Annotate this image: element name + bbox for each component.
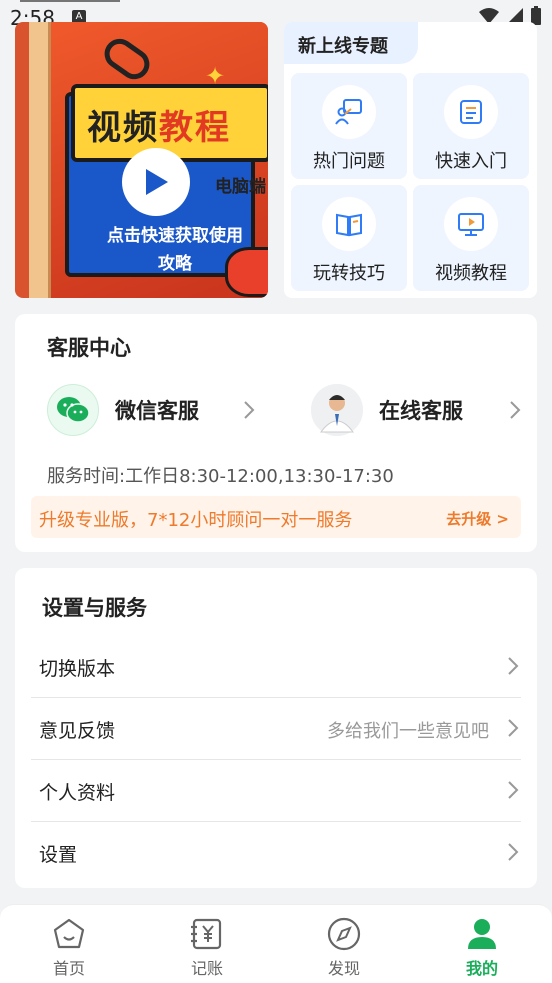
new-topics-panel: 新上线专题 热门问题 快速入门 玩转技巧 视频教程 bbox=[284, 22, 537, 298]
tab-label: 首页 bbox=[52, 959, 85, 978]
topic-quick-start[interactable]: 快速入门 bbox=[413, 73, 529, 179]
presenter-icon bbox=[322, 85, 376, 139]
status-clipped-text bbox=[20, 0, 120, 2]
row-label: 切换版本 bbox=[39, 658, 116, 680]
settings-row-switch-version[interactable]: 切换版本 bbox=[31, 636, 521, 698]
open-book-icon bbox=[322, 197, 376, 251]
tab-ledger[interactable]: 记账 bbox=[167, 915, 247, 979]
settings-title: 设置与服务 bbox=[42, 596, 147, 620]
play-button[interactable] bbox=[122, 148, 190, 216]
banner-title: 视频教程 bbox=[87, 100, 231, 149]
row-label: 意见反馈 bbox=[39, 720, 116, 742]
video-screen-icon bbox=[444, 197, 498, 251]
wechat-icon bbox=[47, 384, 99, 436]
chevron-right-icon bbox=[508, 719, 519, 737]
banner-title-part2: 教程 bbox=[159, 108, 231, 148]
upgrade-button[interactable]: 去升级 > bbox=[446, 508, 509, 529]
banner-tag: 电脑端 bbox=[215, 177, 266, 197]
tab-label: 发现 bbox=[327, 959, 360, 978]
chevron-right-icon bbox=[508, 843, 519, 861]
chevron-right-icon bbox=[508, 781, 519, 799]
settings-row-profile[interactable]: 个人资料 bbox=[31, 760, 521, 822]
video-tutorial-banner[interactable]: ✦ ✦ 视频教程 电脑端 点击快速获取使用攻略 bbox=[15, 22, 268, 298]
tab-discover[interactable]: 发现 bbox=[304, 915, 384, 979]
compass-icon bbox=[304, 915, 384, 953]
home-icon bbox=[29, 915, 109, 953]
topic-tips[interactable]: 玩转技巧 bbox=[291, 185, 407, 291]
wechat-service-button[interactable]: 微信客服 bbox=[47, 384, 199, 436]
agent-avatar bbox=[311, 384, 363, 436]
profile-icon bbox=[442, 915, 522, 953]
row-hint: 多给我们一些意见吧 bbox=[327, 721, 489, 742]
settings-card: 设置与服务 切换版本 意见反馈 多给我们一些意见吧 个人资料 设置 bbox=[15, 568, 537, 888]
row-label: 个人资料 bbox=[39, 782, 116, 804]
play-icon bbox=[146, 169, 168, 195]
banner-title-part1: 视频 bbox=[87, 108, 159, 148]
settings-row-feedback[interactable]: 意见反馈 多给我们一些意见吧 bbox=[31, 698, 521, 760]
settings-row-settings[interactable]: 设置 bbox=[31, 822, 521, 884]
topic-label: 视频教程 bbox=[435, 263, 507, 284]
chevron-right-icon bbox=[508, 657, 519, 675]
online-service-button[interactable]: 在线客服 bbox=[311, 384, 463, 436]
service-hours: 服务时间:工作日8:30-12:00,13:30-17:30 bbox=[47, 466, 394, 487]
wechat-service-label: 微信客服 bbox=[115, 399, 199, 423]
tab-label: 记账 bbox=[190, 959, 223, 978]
chevron-right-icon bbox=[244, 401, 255, 419]
topic-video-tutorials[interactable]: 视频教程 bbox=[413, 185, 529, 291]
list-doc-icon bbox=[444, 85, 498, 139]
upgrade-banner[interactable]: 升级专业版，7*12小时顾问一对一服务 去升级 > bbox=[31, 496, 521, 538]
customer-service-title: 客服中心 bbox=[47, 336, 131, 360]
customer-service-card: 客服中心 微信客服 在线客服 服务时间:工作日8:30-12:00,13:30-… bbox=[15, 314, 537, 552]
megaphone-decoration bbox=[225, 247, 268, 297]
topic-label: 热门问题 bbox=[313, 151, 385, 172]
topic-hot-questions[interactable]: 热门问题 bbox=[291, 73, 407, 179]
bottom-tab-bar: 首页 记账 发现 我的 bbox=[0, 904, 552, 983]
online-service-label: 在线客服 bbox=[379, 399, 463, 423]
topic-label: 玩转技巧 bbox=[313, 263, 385, 284]
banner-hint: 点击快速获取使用攻略 bbox=[107, 226, 243, 274]
tab-home[interactable]: 首页 bbox=[29, 915, 109, 979]
ledger-icon bbox=[167, 915, 247, 953]
tab-mine[interactable]: 我的 bbox=[442, 915, 522, 979]
chevron-right-icon bbox=[510, 401, 521, 419]
topic-label: 快速入门 bbox=[435, 151, 507, 172]
upgrade-text: 升级专业版，7*12小时顾问一对一服务 bbox=[39, 510, 353, 531]
pencil-decoration bbox=[29, 22, 51, 298]
row-label: 设置 bbox=[39, 844, 78, 866]
topics-header: 新上线专题 bbox=[284, 22, 418, 64]
tab-label: 我的 bbox=[465, 959, 498, 978]
